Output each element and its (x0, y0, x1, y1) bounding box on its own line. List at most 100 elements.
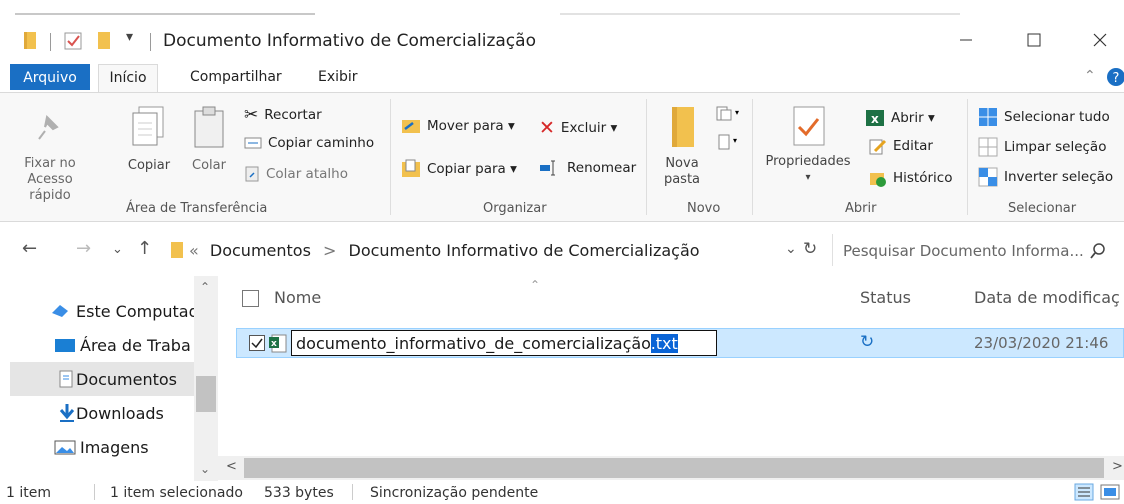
scissors-icon: ✂ (244, 105, 259, 125)
pin-icon (38, 114, 59, 140)
scroll-right-icon[interactable]: > (1112, 459, 1123, 474)
invert-selection-icon (978, 167, 998, 187)
copy-button[interactable]: Copiar (124, 105, 174, 174)
delete-button[interactable]: ✕ Excluir ▾ (539, 117, 617, 139)
easy-access-icon[interactable]: ▾ (715, 133, 739, 151)
column-header-name[interactable]: Nome (274, 288, 321, 307)
column-header-date[interactable]: Data de modificaç (974, 288, 1120, 307)
large-icons-view-icon[interactable] (1100, 483, 1120, 501)
address-row: ← → ⌄ ↑ « Documentos > Documento Informa… (0, 228, 1124, 270)
properties-check-icon[interactable] (62, 31, 86, 51)
scroll-up-icon[interactable]: ⌃ (200, 280, 210, 294)
scroll-left-icon[interactable]: < (226, 459, 237, 474)
paste-button[interactable]: Colar (184, 105, 234, 174)
nav-item-downloads[interactable]: Downloads (10, 396, 200, 430)
overflow-chevrons[interactable]: « (189, 241, 199, 260)
tab-file[interactable]: Arquivo (10, 64, 90, 90)
search-input[interactable]: Pesquisar Documento Informa... (843, 242, 1084, 260)
horizontal-scroll-thumb[interactable] (244, 458, 1104, 478)
rename-icon (540, 160, 555, 176)
select-none-button[interactable]: Limpar seleção (978, 137, 1106, 157)
rename-input[interactable]: documento_informativo_de_comercialização… (291, 330, 717, 356)
address-bar[interactable]: « Documentos > Documento Informativo de … (165, 234, 827, 266)
tab-home[interactable]: Início (98, 64, 158, 92)
copy-label: Copiar (127, 158, 171, 173)
navigation-pane: Este Computad Área de Traba Documentos D… (0, 276, 218, 481)
copy-path-button[interactable]: Copiar caminho (244, 135, 374, 151)
search-box[interactable]: Pesquisar Documento Informa... (832, 234, 1118, 266)
selected-size: 533 bytes (264, 485, 334, 501)
move-to-icon (402, 120, 420, 133)
pin-quick-access-button[interactable]: Fixar no Acesso rápido (10, 111, 90, 204)
breadcrumb-current-folder[interactable]: Documento Informativo de Comercialização (349, 241, 700, 260)
nav-item-this-pc[interactable]: Este Computad (10, 294, 200, 328)
table-row[interactable]: x documento_informativo_de_comercializaç… (236, 328, 1124, 358)
back-arrow-icon[interactable]: ← (22, 238, 37, 259)
select-all-checkbox[interactable] (242, 290, 259, 307)
select-all-button[interactable]: Selecionar tudo (978, 107, 1110, 127)
select-none-icon (978, 137, 998, 157)
copy-path-icon (244, 137, 262, 149)
svg-text:x: x (271, 339, 277, 349)
sort-indicator-icon: ⌃ (530, 278, 541, 292)
checkmark-icon (251, 338, 263, 349)
refresh-icon[interactable]: ↻ (803, 239, 817, 259)
new-item-icon[interactable]: ▾ (715, 105, 739, 123)
excel-icon: x (866, 110, 884, 126)
cut-button[interactable]: ✂ Recortar (244, 105, 322, 125)
history-label: Histórico (893, 170, 953, 186)
properties-chevron-icon[interactable]: ▾ (763, 170, 853, 186)
open-group-label: Abrir (845, 201, 877, 216)
breadcrumb-documentos[interactable]: Documentos (210, 241, 311, 260)
edit-button[interactable]: Editar (869, 137, 933, 155)
customize-toolbar-chevron-icon[interactable]: ▾ (126, 29, 133, 49)
copy-to-icon (402, 159, 420, 177)
tab-view[interactable]: Exibir (318, 64, 358, 90)
open-label: Abrir ▾ (891, 110, 935, 126)
column-header-status[interactable]: Status (860, 288, 911, 307)
nav-item-label: Imagens (80, 437, 149, 457)
properties-label: Propriedades (765, 154, 851, 169)
edit-label: Editar (893, 138, 933, 154)
nav-item-pictures[interactable]: Imagens (10, 430, 200, 464)
help-icon[interactable]: ? (1106, 67, 1124, 87)
nav-item-documents[interactable]: Documentos (10, 362, 200, 396)
collapse-ribbon-icon[interactable]: ⌃ (1084, 68, 1096, 84)
history-icon (870, 173, 886, 187)
new-folder-quick-icon[interactable] (94, 31, 114, 51)
history-button[interactable]: Histórico (869, 169, 952, 187)
file-explorer-window: ▾ Documento Informativo de Comercializaç… (0, 0, 1124, 504)
minimize-button[interactable] (944, 24, 988, 56)
nav-pane-scrollbar[interactable]: ⌃ ⌄ (194, 276, 218, 481)
pin-label-2: Acesso rápido (27, 172, 73, 203)
forward-arrow-icon[interactable]: → (76, 238, 91, 259)
title-bar: ▾ Documento Informativo de Comercializaç… (0, 18, 1124, 62)
new-folder-button[interactable]: Nova pasta (657, 103, 707, 188)
select-group: Selecionar tudo Limpar seleção Inverter … (968, 93, 1124, 221)
tab-share[interactable]: Compartilhar (190, 64, 282, 90)
copy-to-button[interactable]: Copiar para ▾ (401, 159, 517, 179)
row-checkbox[interactable] (249, 335, 265, 351)
horizontal-scrollbar[interactable]: < > (218, 456, 1124, 480)
nav-item-desktop[interactable]: Área de Traba (10, 328, 200, 362)
address-dropdown-chevron-icon[interactable]: ⌄ (785, 241, 797, 257)
pin-label: Fixar no (24, 156, 76, 171)
open-button[interactable]: x Abrir ▾ (865, 109, 935, 127)
nav-pane-scroll-thumb[interactable] (196, 376, 216, 412)
close-button[interactable] (1078, 24, 1122, 56)
up-arrow-icon[interactable]: ↑ (137, 238, 152, 259)
rename-button[interactable]: Renomear (539, 159, 636, 177)
scroll-down-icon[interactable]: ⌄ (200, 462, 210, 476)
paste-shortcut-button[interactable]: Colar atalho (244, 165, 348, 183)
pictures-icon (54, 440, 76, 455)
invert-selection-button[interactable]: Inverter seleção (978, 167, 1113, 187)
divider (50, 33, 51, 51)
maximize-button[interactable] (1012, 24, 1056, 56)
move-to-button[interactable]: Mover para ▾ (401, 117, 515, 135)
properties-button[interactable]: Propriedades ▾ (763, 103, 853, 186)
recent-chevron-icon[interactable]: ⌄ (112, 242, 123, 257)
maximize-icon (1027, 33, 1041, 47)
open-group: Propriedades ▾ x Abrir ▾ Editar Histórico… (753, 93, 967, 221)
details-view-icon[interactable] (1074, 483, 1094, 501)
breadcrumb-separator[interactable]: > (323, 241, 336, 260)
